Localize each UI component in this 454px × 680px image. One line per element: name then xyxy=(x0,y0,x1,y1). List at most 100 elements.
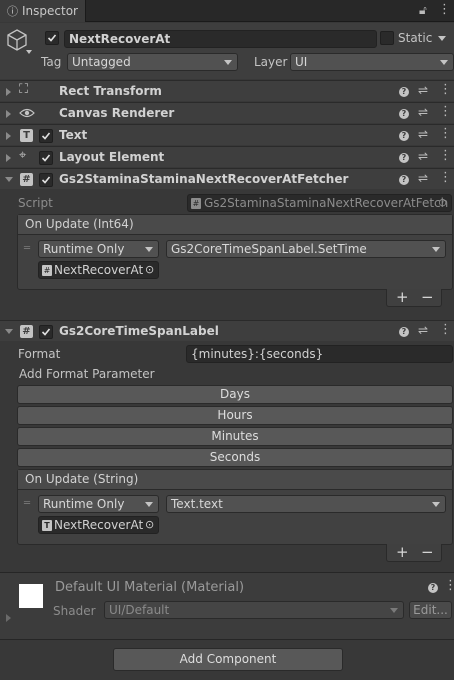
chevron-down-icon xyxy=(224,60,232,65)
help-icon[interactable]: ? xyxy=(399,175,409,185)
presets-icon[interactable]: ⇌ xyxy=(418,127,428,141)
static-label: Static xyxy=(398,31,433,45)
gameobject-name-field[interactable]: NextRecoverAt xyxy=(64,30,377,48)
help-icon[interactable]: ? xyxy=(428,583,438,593)
static-dropdown-arrow-icon[interactable] xyxy=(438,36,446,41)
shader-dropdown: UI/Default xyxy=(104,601,404,619)
add-listener-button[interactable]: + xyxy=(396,543,409,561)
help-icon[interactable]: ? xyxy=(399,109,409,119)
layer-label: Layer xyxy=(254,55,288,69)
target-value: NextRecoverAt xyxy=(54,263,144,277)
chevron-down-icon xyxy=(390,608,398,613)
text-component-icon: T xyxy=(20,129,33,142)
component-enabled-checkbox[interactable] xyxy=(39,129,53,143)
more-icon[interactable]: ⋮ xyxy=(439,104,452,119)
function-dropdown[interactable]: Text.text xyxy=(166,495,446,513)
object-picker-icon[interactable]: ⊙ xyxy=(145,262,154,278)
layer-dropdown[interactable]: UI xyxy=(290,53,454,71)
chevron-down-icon xyxy=(145,247,153,252)
component-text[interactable]: T Text ? ⇌ ⋮ xyxy=(0,124,454,145)
foldout-arrow-icon[interactable] xyxy=(6,88,11,96)
seconds-button[interactable]: Seconds xyxy=(17,448,453,467)
checkmark-icon xyxy=(47,34,57,42)
gameobject-cube-icon xyxy=(7,29,27,51)
script-file-icon: # xyxy=(191,198,201,209)
add-format-parameter-label: Add Format Parameter xyxy=(19,367,155,381)
presets-icon[interactable]: ⇌ xyxy=(418,105,428,119)
add-listener-button[interactable]: + xyxy=(396,288,409,306)
material-title: Default UI Material (Material) xyxy=(55,580,245,595)
target-object-field[interactable]: T NextRecoverAt ⊙ xyxy=(38,516,159,534)
add-component-button[interactable]: Add Component xyxy=(113,648,343,671)
format-input[interactable]: {minutes}:{seconds} xyxy=(186,345,453,363)
help-icon[interactable]: ? xyxy=(399,87,409,97)
chevron-down-icon xyxy=(432,502,440,507)
tab-inspector[interactable]: ⓘ Inspector xyxy=(0,0,86,22)
hours-button[interactable]: Hours xyxy=(17,406,453,425)
more-icon[interactable]: ⋮ xyxy=(439,148,452,163)
more-icon[interactable]: ⋮ xyxy=(439,170,452,185)
chevron-down-icon xyxy=(145,502,153,507)
foldout-arrow-icon[interactable] xyxy=(6,154,11,162)
icon-dropdown-arrow-icon[interactable] xyxy=(26,50,32,54)
presets-icon[interactable]: ⇌ xyxy=(418,149,428,163)
checkmark-icon xyxy=(41,132,51,140)
event-title: On Update (Int64) xyxy=(25,217,134,231)
component-canvas-renderer[interactable]: Canvas Renderer ? ⇌ ⋮ xyxy=(0,102,454,123)
script-field: # Gs2StaminaStaminaNextRecoverAtFetch ⊙ xyxy=(187,194,452,212)
active-checkbox[interactable] xyxy=(45,31,59,45)
target-value: NextRecoverAt xyxy=(54,518,144,532)
layout-element-icon: ⌖ xyxy=(19,148,27,163)
tag-value: Untagged xyxy=(72,55,131,69)
drag-handle-icon[interactable]: ═ xyxy=(24,498,30,509)
more-icon[interactable]: ⋮ xyxy=(439,126,452,141)
foldout-arrow-icon[interactable] xyxy=(6,614,11,622)
help-icon[interactable]: ? xyxy=(399,131,409,141)
drag-handle-icon[interactable]: ═ xyxy=(24,243,30,254)
foldout-expanded-icon[interactable] xyxy=(5,177,13,182)
function-value: Gs2CoreTimeSpanLabel.SetTime xyxy=(171,242,367,256)
component-enabled-checkbox[interactable] xyxy=(39,173,53,187)
more-icon[interactable]: ⋮ xyxy=(439,82,452,97)
script-icon: # xyxy=(20,173,33,186)
component-layout-element[interactable]: ⌖ Layout Element ? ⇌ ⋮ xyxy=(0,146,454,167)
more-icon[interactable]: ⋮ xyxy=(438,2,451,17)
presets-icon[interactable]: ⇌ xyxy=(418,323,428,337)
presets-icon[interactable]: ⇌ xyxy=(418,83,428,97)
more-icon[interactable]: ⋮ xyxy=(444,578,454,593)
component-enabled-checkbox[interactable] xyxy=(39,151,53,165)
remove-listener-button[interactable]: − xyxy=(421,288,434,306)
component-rect-transform[interactable]: ⛶ Rect Transform ? ⇌ ⋮ xyxy=(0,80,454,101)
runtime-dropdown[interactable]: Runtime Only xyxy=(38,240,159,258)
help-icon[interactable]: ? xyxy=(399,327,409,337)
presets-icon[interactable]: ⇌ xyxy=(418,171,428,185)
component-title: Rect Transform xyxy=(59,84,162,98)
tag-label: Tag xyxy=(41,55,62,69)
lock-icon[interactable]: 🔓︎ xyxy=(419,3,427,18)
shader-edit-button: Edit... xyxy=(409,601,452,619)
foldout-expanded-icon[interactable] xyxy=(5,329,13,334)
chevron-down-icon xyxy=(440,60,448,65)
tag-dropdown[interactable]: Untagged xyxy=(67,53,238,71)
event-header: On Update (Int64) xyxy=(18,215,452,235)
text-component-icon: T xyxy=(42,520,52,531)
minutes-button[interactable]: Minutes xyxy=(17,427,453,446)
target-object-field[interactable]: # NextRecoverAt ⊙ xyxy=(38,261,159,279)
component-time-span-label[interactable]: # Gs2CoreTimeSpanLabel ? ⇌ ⋮ xyxy=(0,320,454,341)
runtime-value: Runtime Only xyxy=(43,242,125,256)
event-title: On Update (String) xyxy=(25,472,139,486)
help-icon[interactable]: ? xyxy=(399,153,409,163)
checkmark-icon xyxy=(41,328,51,336)
remove-listener-button[interactable]: − xyxy=(421,543,434,561)
foldout-arrow-icon[interactable] xyxy=(6,110,11,118)
static-checkbox[interactable] xyxy=(380,31,394,45)
checkmark-icon xyxy=(41,154,51,162)
component-enabled-checkbox[interactable] xyxy=(39,325,53,339)
component-fetcher[interactable]: # Gs2StaminaStaminaNextRecoverAtFetcher … xyxy=(0,168,454,189)
more-icon[interactable]: ⋮ xyxy=(439,322,452,337)
function-dropdown[interactable]: Gs2CoreTimeSpanLabel.SetTime xyxy=(166,240,446,258)
object-picker-icon[interactable]: ⊙ xyxy=(145,517,154,533)
days-button[interactable]: Days xyxy=(17,385,453,404)
foldout-arrow-icon[interactable] xyxy=(6,132,11,140)
runtime-dropdown[interactable]: Runtime Only xyxy=(38,495,159,513)
